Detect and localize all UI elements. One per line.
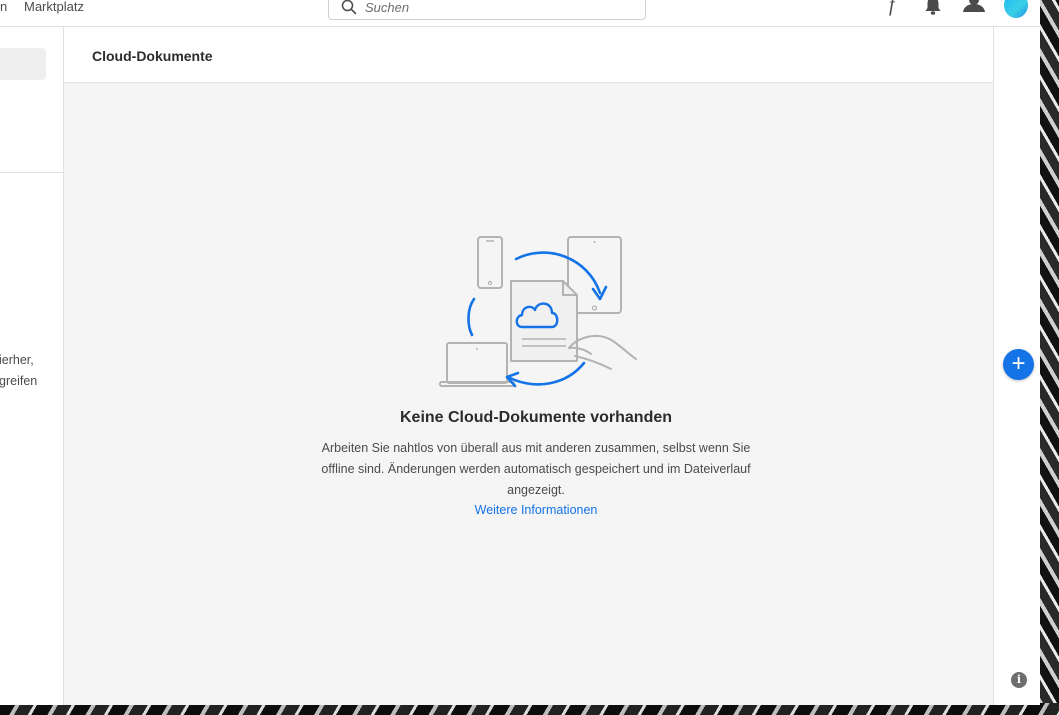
main-header: Cloud-Dokumente [64, 27, 993, 83]
left-panel: ierher, greifen [0, 27, 64, 705]
user-icon[interactable] [962, 0, 986, 21]
cloud-sync-illustration [438, 233, 638, 398]
nav-item-truncated[interactable]: n [0, 0, 7, 14]
search-icon [341, 0, 357, 20]
plus-icon: + [1011, 350, 1026, 377]
nav-item-marketplace[interactable]: Marktplatz [24, 0, 84, 14]
left-text-line: ierher, [0, 353, 34, 367]
learn-more-link[interactable]: Weitere Informationen [64, 503, 1008, 517]
add-button[interactable]: + [1003, 349, 1034, 380]
empty-state-description: Arbeiten Sie nahtlos von überall aus mit… [321, 441, 751, 497]
search-input[interactable] [365, 0, 635, 15]
app-window: n Marktplatz f [0, 0, 1040, 705]
main-content: Cloud-Dokumente Keine Cloud-Dokumente vo… [64, 27, 993, 705]
bell-icon[interactable] [924, 0, 942, 21]
top-bar: n Marktplatz f [0, 0, 1040, 27]
empty-state-title: Keine Cloud-Dokumente vorhanden [399, 409, 673, 426]
left-panel-button[interactable] [0, 48, 46, 80]
right-rail: + i [993, 27, 1040, 705]
page-title: Cloud-Dokumente [92, 48, 213, 64]
left-text-line: greifen [0, 374, 38, 388]
search-box[interactable] [328, 0, 646, 20]
info-icon[interactable]: i [1011, 672, 1027, 688]
font-icon[interactable]: f [889, 0, 895, 17]
divider [0, 172, 63, 173]
left-panel-text: ierher, greifen [0, 350, 63, 392]
avatar[interactable] [1004, 0, 1028, 18]
